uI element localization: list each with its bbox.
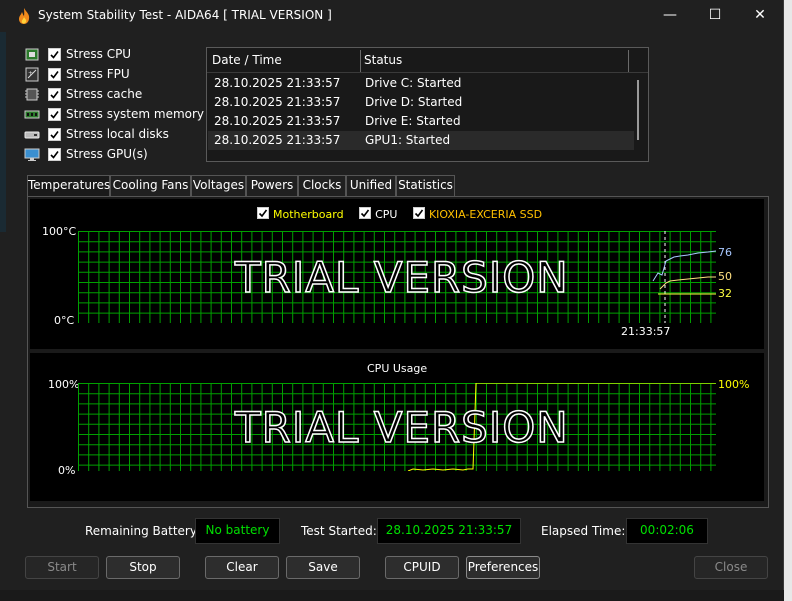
fpu-chip-icon: + bbox=[25, 67, 39, 82]
tab-voltages[interactable]: Voltages bbox=[191, 175, 246, 197]
graph-panel: Motherboard CPU KIOXIA-EXCERIA SSD 100°C… bbox=[27, 196, 769, 508]
temperature-graph: Motherboard CPU KIOXIA-EXCERIA SSD 100°C… bbox=[30, 199, 764, 349]
elapsed-time-label: Elapsed Time: bbox=[541, 524, 626, 538]
temperature-legend: Motherboard CPU KIOXIA-EXCERIA SSD bbox=[257, 207, 554, 221]
column-divider[interactable] bbox=[360, 50, 361, 72]
monitor-gpu-icon bbox=[24, 148, 40, 161]
log-row[interactable]: 28.10.2025 21:33:57 Drive D: Started bbox=[208, 93, 634, 112]
tab-statistics[interactable]: Statistics bbox=[396, 175, 455, 197]
log-row[interactable]: 28.10.2025 21:33:57 GPU1: Started bbox=[208, 131, 634, 150]
legend-ssd-label: KIOXIA-EXCERIA SSD bbox=[428, 208, 543, 221]
stress-cache-checkbox[interactable] bbox=[48, 88, 61, 101]
memory-module-icon bbox=[24, 110, 40, 119]
background-app-edge bbox=[0, 32, 6, 232]
log-status: GPU1: Started bbox=[365, 133, 451, 147]
tab-temperatures[interactable]: Temperatures bbox=[27, 175, 110, 198]
tab-unified[interactable]: Unified bbox=[346, 175, 396, 197]
log-status: Drive E: Started bbox=[365, 114, 461, 128]
cpu-y-max-label: 100% bbox=[48, 378, 80, 391]
background-window-edge bbox=[784, 0, 792, 601]
temp-time-label: 21:33:57 bbox=[621, 325, 671, 338]
battery-label: Remaining Battery: bbox=[85, 524, 201, 538]
cpu-usage-graph: CPU Usage 100% 0% TRIAL VERSION 100% bbox=[30, 353, 764, 501]
minimize-button[interactable]: — bbox=[647, 0, 693, 32]
close-window-button[interactable]: ✕ bbox=[737, 0, 783, 32]
trial-watermark: TRIAL VERSION bbox=[234, 402, 569, 453]
cpu-usage-value: 100% bbox=[718, 378, 750, 391]
maximize-icon: ☐ bbox=[708, 7, 722, 23]
battery-value: No battery bbox=[195, 518, 280, 544]
legend-ssd-checkbox[interactable] bbox=[412, 207, 425, 219]
test-started-value: 28.10.2025 21:33:57 bbox=[377, 518, 521, 544]
stress-disks-checkbox[interactable] bbox=[48, 128, 61, 141]
motherboard-temp-value: 32 bbox=[718, 287, 732, 300]
column-status[interactable]: Status bbox=[364, 53, 402, 67]
maximize-button[interactable]: ☐ bbox=[692, 0, 738, 32]
column-divider[interactable] bbox=[628, 50, 629, 72]
cpuid-button[interactable]: CPUID bbox=[385, 556, 459, 579]
preferences-button[interactable]: Preferences bbox=[466, 556, 540, 579]
stress-cache-label: Stress cache bbox=[66, 87, 143, 101]
cpu-temp-value: 76 bbox=[718, 246, 732, 259]
legend-motherboard-label: Motherboard bbox=[273, 208, 344, 221]
title-bar[interactable]: System Stability Test - AIDA64 [ TRIAL V… bbox=[0, 0, 783, 32]
legend-cpu[interactable]: CPU bbox=[359, 207, 398, 221]
log-datetime: 28.10.2025 21:33:57 bbox=[214, 76, 341, 90]
stress-cpu-checkbox[interactable] bbox=[48, 48, 61, 61]
test-started-label: Test Started: bbox=[301, 524, 377, 538]
log-header: Date / Time Status bbox=[207, 48, 648, 73]
log-status: Drive D: Started bbox=[365, 95, 463, 109]
legend-ssd[interactable]: KIOXIA-EXCERIA SSD bbox=[412, 207, 543, 221]
status-log-list[interactable]: Date / Time Status 28.10.2025 21:33:57 D… bbox=[206, 47, 649, 162]
close-button[interactable]: Close bbox=[694, 556, 768, 579]
disk-drive-icon bbox=[24, 131, 40, 139]
tab-cooling-fans[interactable]: Cooling Fans bbox=[110, 175, 191, 197]
elapsed-time-value: 00:02:06 bbox=[626, 518, 708, 544]
log-datetime: 28.10.2025 21:33:57 bbox=[214, 114, 341, 128]
start-button[interactable]: Start bbox=[25, 556, 99, 579]
stress-cpu-label: Stress CPU bbox=[66, 47, 132, 61]
stress-memory-label: Stress system memory bbox=[66, 107, 205, 121]
log-datetime: 28.10.2025 21:33:57 bbox=[214, 95, 341, 109]
svg-text:+: + bbox=[28, 70, 33, 77]
minimize-icon: — bbox=[663, 7, 677, 23]
stress-fpu-checkbox[interactable] bbox=[48, 68, 61, 81]
log-datetime: 28.10.2025 21:33:57 bbox=[214, 133, 341, 147]
window-title: System Stability Test - AIDA64 [ TRIAL V… bbox=[38, 8, 332, 22]
cpu-chip-icon bbox=[25, 48, 39, 61]
aida64-flame-icon bbox=[19, 8, 30, 24]
cache-chip-icon bbox=[25, 88, 39, 101]
log-row[interactable]: 28.10.2025 21:33:57 Drive C: Started bbox=[208, 74, 634, 93]
stress-disks-label: Stress local disks bbox=[66, 127, 169, 141]
log-scrollbar[interactable] bbox=[637, 80, 639, 140]
legend-motherboard[interactable]: Motherboard bbox=[257, 207, 344, 221]
log-row[interactable]: 28.10.2025 21:33:57 Drive E: Started bbox=[208, 112, 634, 131]
close-icon: ✕ bbox=[754, 7, 766, 23]
desktop-background-strip bbox=[0, 590, 792, 601]
temp-y-max-label: 100°C bbox=[42, 225, 77, 238]
cpu-usage-title: CPU Usage bbox=[367, 362, 428, 375]
stress-fpu-label: Stress FPU bbox=[66, 67, 130, 81]
legend-cpu-checkbox[interactable] bbox=[359, 207, 372, 219]
save-button[interactable]: Save bbox=[286, 556, 360, 579]
stress-gpu-label: Stress GPU(s) bbox=[66, 147, 148, 161]
column-datetime[interactable]: Date / Time bbox=[212, 53, 282, 67]
stress-memory-checkbox[interactable] bbox=[48, 108, 61, 121]
stability-test-window: System Stability Test - AIDA64 [ TRIAL V… bbox=[0, 0, 784, 591]
tab-powers[interactable]: Powers bbox=[246, 175, 298, 197]
trial-watermark: TRIAL VERSION bbox=[234, 252, 569, 303]
tab-clocks[interactable]: Clocks bbox=[298, 175, 346, 197]
legend-motherboard-checkbox[interactable] bbox=[257, 207, 269, 219]
ssd-temp-value: 50 bbox=[718, 270, 732, 283]
stop-button[interactable]: Stop bbox=[106, 556, 180, 579]
legend-cpu-label: CPU bbox=[375, 208, 398, 221]
cpu-y-min-label: 0% bbox=[58, 464, 76, 477]
temp-y-min-label: 0°C bbox=[54, 314, 75, 327]
log-status: Drive C: Started bbox=[365, 76, 462, 90]
clear-button[interactable]: Clear bbox=[205, 556, 279, 579]
stress-gpu-checkbox[interactable] bbox=[48, 148, 61, 161]
